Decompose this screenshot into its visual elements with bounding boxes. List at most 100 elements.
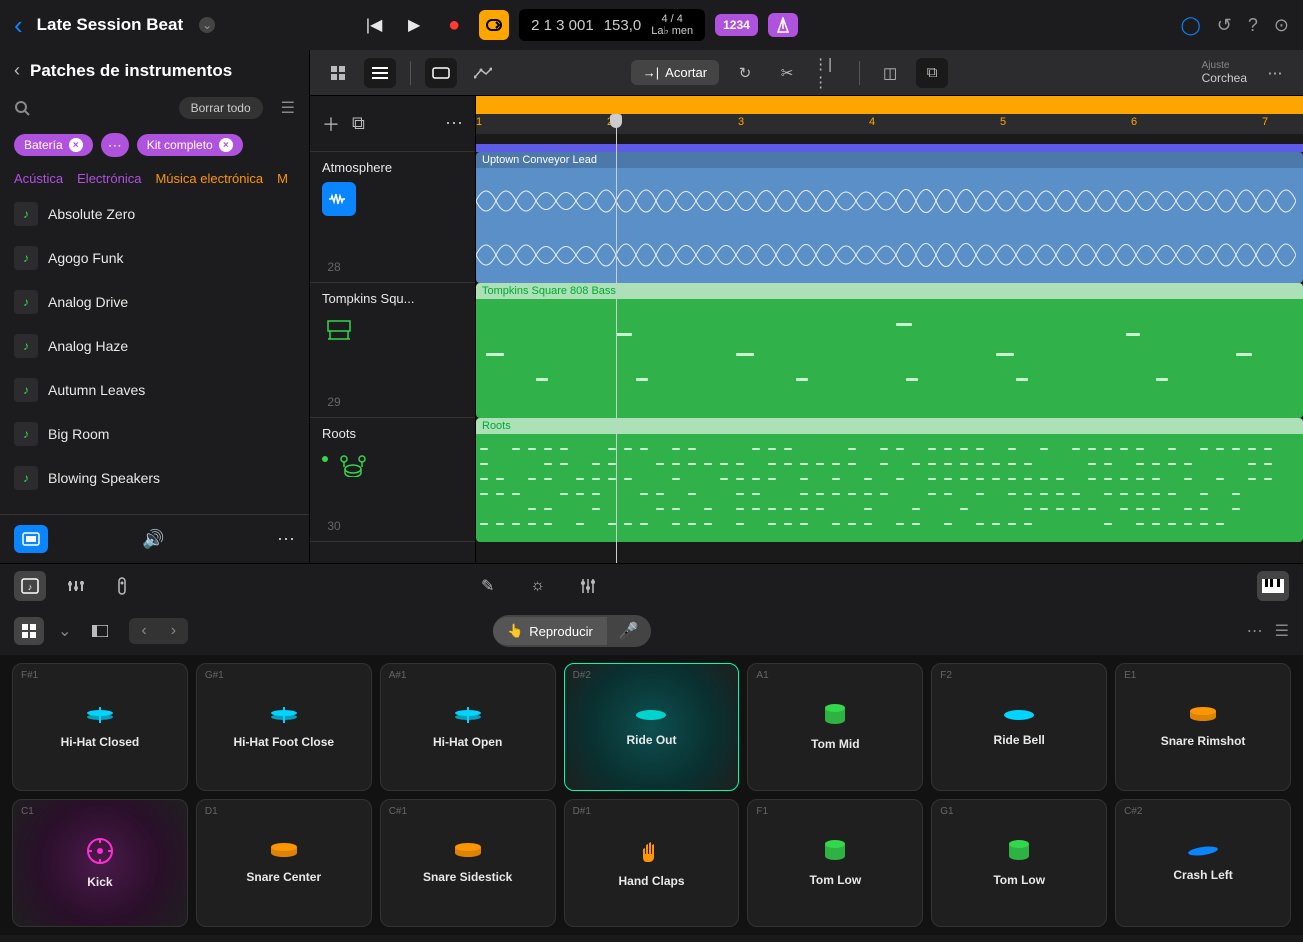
toolbar-more-icon[interactable]: ⋯	[1259, 58, 1291, 88]
midi-region-bass[interactable]: Tompkins Square 808 Bass	[476, 283, 1303, 418]
remove-tag-icon[interactable]: ×	[219, 138, 233, 152]
arrangement-marker[interactable]	[476, 144, 1303, 152]
drum-pad[interactable]: C#1Snare Sidestick	[380, 799, 556, 927]
sliders-icon[interactable]	[572, 571, 604, 601]
pad-next-button[interactable]: ›	[159, 618, 188, 644]
patch-list[interactable]: ♪Absolute Zero♪Agogo Funk♪Analog Drive♪A…	[0, 192, 309, 514]
filter-tag-bateria[interactable]: Batería×	[14, 134, 93, 156]
copy-tool-button[interactable]: ⧉	[916, 58, 948, 88]
pad-sidebar-button[interactable]	[85, 617, 115, 645]
patch-item[interactable]: ♪Analog Haze	[0, 324, 309, 368]
add-track-button[interactable]: ＋	[322, 111, 340, 137]
remove-tag-icon[interactable]: ×	[69, 138, 83, 152]
track-header-atmosphere[interactable]: Atmosphere 28	[310, 152, 475, 283]
category-acustica[interactable]: Acústica	[14, 171, 63, 186]
drum-pad[interactable]: D#2Ride Out	[564, 663, 740, 791]
midi-note	[486, 353, 504, 356]
midi-note	[1152, 508, 1160, 510]
duplicate-track-button[interactable]: ⧉	[352, 113, 365, 134]
pad-menu-icon[interactable]: ☰	[1275, 621, 1289, 641]
cycle-button[interactable]	[479, 10, 509, 40]
pad-more-icon[interactable]: ⋯	[1247, 621, 1263, 641]
drum-pad[interactable]: C1Kick	[12, 799, 188, 927]
playhead[interactable]	[616, 114, 617, 563]
track-record-enable-icon[interactable]	[322, 456, 328, 462]
speaker-icon[interactable]: 🔊	[142, 529, 164, 550]
drum-pad[interactable]: A1Tom Mid	[747, 663, 923, 791]
midi-note	[592, 508, 600, 510]
drum-pad[interactable]: D1Snare Center	[196, 799, 372, 927]
clear-all-button[interactable]: Borrar todo	[179, 97, 263, 119]
ruler[interactable]: 1234567	[476, 96, 1303, 152]
patch-item[interactable]: ♪Blowing Speakers	[0, 456, 309, 500]
patch-item[interactable]: ♪Agogo Funk	[0, 236, 309, 280]
piano-keyboard-button[interactable]	[1257, 571, 1289, 601]
filter-tag-kit-completo[interactable]: Kit completo×	[137, 134, 243, 156]
pad-grid-dropdown-icon[interactable]: ⌄	[58, 621, 71, 641]
patch-item[interactable]: ♪Absolute Zero	[0, 192, 309, 236]
editor-tab-pads[interactable]: ♪	[14, 571, 46, 601]
patch-item[interactable]: ♪Autumn Leaves	[0, 368, 309, 412]
metronome-button[interactable]	[768, 13, 798, 37]
drum-pad[interactable]: E1Snare Rimshot	[1115, 663, 1291, 791]
hihat-icon	[85, 705, 115, 725]
play-button[interactable]: ▶	[399, 10, 429, 40]
list-view-button[interactable]	[364, 58, 396, 88]
sidebar-more-icon[interactable]: ⋯	[277, 529, 295, 550]
automation-view-button[interactable]	[467, 58, 499, 88]
pad-prev-button[interactable]: ‹	[129, 618, 158, 644]
record-button[interactable]: ●	[439, 10, 469, 40]
position-display: 2 1 3 001	[531, 17, 594, 34]
midi-note	[704, 463, 712, 465]
lcd-display[interactable]: 2 1 3 001 153,0 4 / 4 La♭ men	[519, 9, 705, 41]
search-icon[interactable]	[14, 100, 30, 116]
cycle-region[interactable]	[476, 96, 1303, 114]
loop-tool-button[interactable]: ↻	[729, 58, 761, 88]
brightness-icon[interactable]: ☼	[522, 571, 554, 601]
drum-pad[interactable]: G#1Hi-Hat Foot Close	[196, 663, 372, 791]
pad-play-toggle[interactable]: 👆Reproducir 🎤	[493, 615, 651, 647]
pencil-tool-icon[interactable]: ✎	[472, 571, 504, 601]
trim-button[interactable]: →| Acortar	[631, 60, 719, 85]
sidebar-back-button[interactable]: ‹	[14, 60, 20, 81]
snap-control[interactable]: Ajuste Corchea	[1202, 60, 1247, 85]
project-dropdown-icon[interactable]: ⌄	[199, 17, 215, 33]
category-electronica[interactable]: Electrónica	[77, 171, 141, 186]
drum-pad[interactable]: A#1Hi-Hat Open	[380, 663, 556, 791]
editor-tab-controls[interactable]	[106, 571, 138, 601]
help-icon[interactable]: ?	[1248, 15, 1258, 36]
drum-pad[interactable]: F#1Hi-Hat Closed	[12, 663, 188, 791]
midi-region-drums[interactable]: Roots	[476, 418, 1303, 542]
patch-item[interactable]: ♪Big Room	[0, 412, 309, 456]
track-options-icon[interactable]: ⋯	[445, 113, 463, 134]
marquee-tool-button[interactable]: ◫	[874, 58, 906, 88]
tag-more-button[interactable]: ⋯	[101, 133, 129, 157]
library-view-button[interactable]	[14, 525, 48, 553]
pad-grid-view-button[interactable]	[14, 617, 44, 645]
midi-note	[796, 378, 808, 381]
audio-region-atmosphere[interactable]: Uptown Conveyor Lead	[476, 152, 1303, 283]
drum-pad[interactable]: D#1Hand Claps	[564, 799, 740, 927]
drum-pad[interactable]: F2Ride Bell	[931, 663, 1107, 791]
track-header-tompkins[interactable]: Tompkins Squ... 29	[310, 283, 475, 418]
scissors-icon[interactable]: ✂	[771, 58, 803, 88]
goto-start-button[interactable]: |◀	[359, 10, 389, 40]
patch-item[interactable]: ♪Analog Drive	[0, 280, 309, 324]
editor-tab-mixer[interactable]	[60, 571, 92, 601]
browser-options-icon[interactable]: ☰	[281, 98, 295, 118]
drum-pad[interactable]: F1Tom Low	[747, 799, 923, 927]
timeline-lanes[interactable]: 1234567 Uptown Conveyor Lead Tompkins Sq…	[476, 96, 1303, 563]
grid-view-button[interactable]	[322, 58, 354, 88]
drum-pad[interactable]: C#2Crash Left	[1115, 799, 1291, 927]
category-musica-electronica[interactable]: Música electrónica	[155, 171, 263, 186]
undo-icon[interactable]: ↺	[1217, 15, 1232, 36]
split-tool-button[interactable]: ⋮|⋮	[813, 58, 845, 88]
category-more[interactable]: M	[277, 171, 288, 186]
drum-pad[interactable]: G1Tom Low	[931, 799, 1107, 927]
back-button[interactable]: ‹	[14, 10, 23, 41]
count-in-button[interactable]: 1234	[715, 14, 758, 36]
more-icon[interactable]: ⊙	[1274, 15, 1289, 36]
track-header-roots[interactable]: Roots 30	[310, 418, 475, 542]
pad-record-icon[interactable]: 🎤	[607, 615, 651, 647]
region-view-button[interactable]	[425, 58, 457, 88]
